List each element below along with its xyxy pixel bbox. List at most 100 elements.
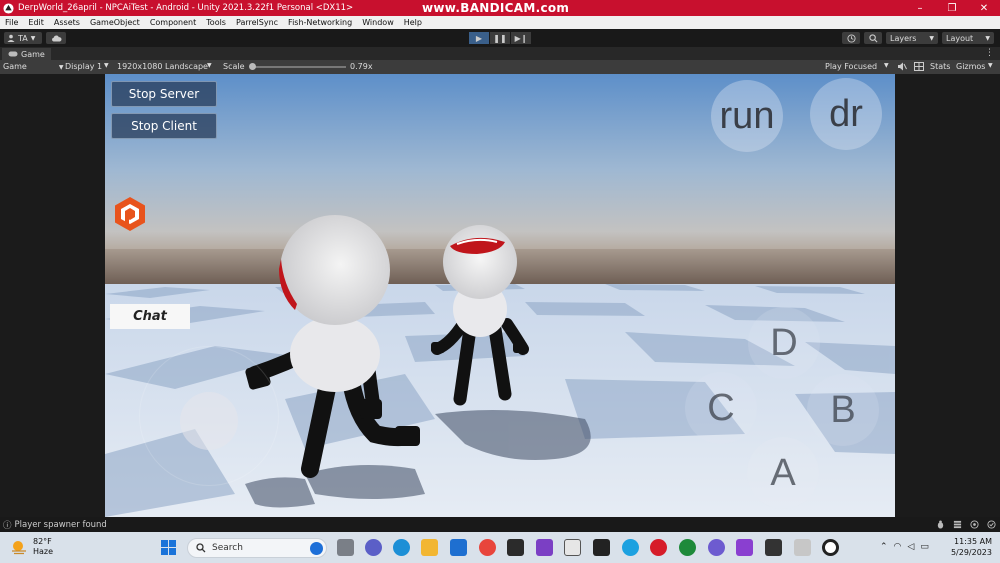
opera-icon[interactable]: [650, 539, 667, 556]
check-icon[interactable]: [986, 519, 996, 529]
chrome-icon[interactable]: [479, 539, 496, 556]
close-button[interactable]: ✕: [968, 0, 1000, 16]
console-message-text: Player spawner found: [14, 520, 107, 530]
stop-client-button[interactable]: Stop Client: [111, 113, 217, 139]
scale-slider-track[interactable]: [251, 66, 346, 68]
chevron-up-icon[interactable]: ⌃: [880, 542, 888, 552]
battery-icon[interactable]: ▭: [920, 542, 929, 552]
wifi-icon[interactable]: ◠: [894, 542, 902, 552]
action-button-c[interactable]: C: [685, 372, 757, 444]
gizmos-button[interactable]: Gizmos: [956, 62, 985, 71]
chevron-down-icon: ▼: [988, 62, 993, 69]
run-button[interactable]: run: [711, 80, 783, 152]
edge-browser-icon[interactable]: [393, 539, 410, 556]
account-label: TA: [18, 33, 28, 43]
teams-chat-icon[interactable]: [365, 539, 382, 556]
resolution-dropdown[interactable]: 1920x1080 Landscape: [117, 62, 208, 71]
window-title: DerpWorld_26april - NPCAiTest - Android …: [18, 3, 354, 13]
tab-game[interactable]: Game: [2, 48, 51, 60]
stats-button[interactable]: Stats: [930, 62, 950, 71]
run-button-label: run: [719, 94, 775, 137]
layout-dropdown[interactable]: Layout ▼: [942, 32, 994, 44]
display-dropdown[interactable]: Display 1: [65, 62, 102, 71]
file-explorer-icon[interactable]: [421, 539, 438, 556]
volume-icon[interactable]: ◁: [907, 542, 914, 552]
bandicam-record-icon[interactable]: [822, 539, 839, 556]
game-mode-dropdown[interactable]: Game ▼: [3, 62, 63, 71]
action-button-b[interactable]: B: [807, 374, 879, 446]
menu-tools[interactable]: Tools: [201, 18, 231, 27]
taskbar-search[interactable]: Search: [187, 538, 327, 558]
skype-icon[interactable]: [622, 539, 639, 556]
maximize-button[interactable]: ❐: [936, 0, 968, 16]
play-mode-dropdown[interactable]: Play Focused: [825, 62, 877, 71]
action-button-a[interactable]: A: [747, 437, 819, 509]
step-button[interactable]: ▶❙: [511, 32, 531, 44]
app-logo-icon: [111, 195, 149, 236]
action-button-d[interactable]: D: [748, 307, 820, 379]
progress-icon[interactable]: [969, 519, 979, 529]
console-message[interactable]: ⓘ Player spawner found: [3, 519, 107, 531]
menu-component[interactable]: Component: [145, 18, 201, 27]
dr-button[interactable]: dr: [810, 78, 882, 150]
terminal-icon[interactable]: [507, 539, 524, 556]
stop-server-button[interactable]: Stop Server: [111, 81, 217, 107]
action-button-b-label: B: [830, 388, 856, 431]
pause-button[interactable]: ❚❚: [490, 32, 510, 44]
menu-help[interactable]: Help: [399, 18, 427, 27]
scale-slider-handle[interactable]: [249, 63, 256, 70]
menu-gameobject[interactable]: GameObject: [85, 18, 145, 27]
weather-widget[interactable]: 82°F Haze: [10, 537, 53, 557]
info-icon: ⓘ: [3, 521, 12, 531]
menu-assets[interactable]: Assets: [49, 18, 85, 27]
main-toolbar: TA ▼ ▶ ❚❚ ▶❙ Layers ▼ Layout ▼: [0, 29, 1000, 47]
windows-start-icon[interactable]: [161, 540, 176, 558]
task-view-icon[interactable]: [337, 539, 354, 556]
mute-audio-icon[interactable]: [897, 62, 907, 73]
xbox-icon[interactable]: [679, 539, 696, 556]
account-dropdown[interactable]: TA ▼: [4, 32, 42, 44]
menu-fish-networking[interactable]: Fish-Networking: [283, 18, 357, 27]
unity-editor-icon[interactable]: [765, 539, 782, 556]
chat-button[interactable]: Chat: [110, 304, 190, 329]
stats-grid-icon[interactable]: [914, 62, 924, 73]
game-view-toolbar: Game ▼ Display 1 ▼ 1920x1080 Landscape ▼ …: [0, 60, 1000, 74]
history-button[interactable]: [842, 32, 860, 44]
paint-icon[interactable]: [794, 539, 811, 556]
cortana-icon[interactable]: [708, 539, 725, 556]
search-icon: [868, 33, 877, 42]
action-button-a-label: A: [770, 451, 796, 494]
menu-file[interactable]: File: [0, 18, 23, 27]
play-icon: ▶: [475, 33, 483, 43]
menu-bar: File Edit Assets GameObject Component To…: [0, 16, 1000, 29]
menu-edit[interactable]: Edit: [23, 18, 49, 27]
chevron-down-icon: ▼: [104, 62, 109, 69]
system-tray: ⌃ ◠ ◁ ▭: [880, 542, 929, 552]
bug-icon[interactable]: [935, 519, 945, 529]
search-button[interactable]: [864, 32, 882, 44]
game-viewport[interactable]: Stop Server Stop Client Chat run dr A B …: [105, 74, 895, 517]
layers-dropdown[interactable]: Layers ▼: [886, 32, 938, 44]
minimize-button[interactable]: –: [904, 0, 936, 16]
unity-hub-icon[interactable]: [564, 539, 581, 556]
visual-studio-icon[interactable]: [536, 539, 553, 556]
menu-parrelsync[interactable]: ParrelSync: [231, 18, 283, 27]
tab-game-label: Game: [21, 49, 45, 59]
stack-icon[interactable]: [952, 519, 962, 529]
window-title-bar: DerpWorld_26april - NPCAiTest - Android …: [0, 0, 1000, 16]
windows-taskbar: 82°F Haze Search ⌃ ◠ ◁ ▭ 11:35 AM 5/29/2…: [0, 532, 1000, 563]
game-mode-label: Game: [3, 62, 27, 71]
action-button-d-label: D: [770, 321, 798, 364]
mail-icon[interactable]: [450, 539, 467, 556]
sun-haze-icon: [12, 541, 26, 555]
more-options-icon[interactable]: ⋮: [985, 48, 994, 58]
menu-window[interactable]: Window: [357, 18, 399, 27]
clock[interactable]: 11:35 AM 5/29/2023: [951, 536, 992, 558]
cloud-button[interactable]: [46, 32, 66, 44]
photos-icon[interactable]: [736, 539, 753, 556]
play-button[interactable]: ▶: [469, 32, 489, 44]
joystick-handle[interactable]: [180, 392, 238, 450]
epic-games-icon[interactable]: [593, 539, 610, 556]
layout-label: Layout: [946, 33, 974, 43]
weather-temperature: 82°F: [33, 537, 52, 546]
